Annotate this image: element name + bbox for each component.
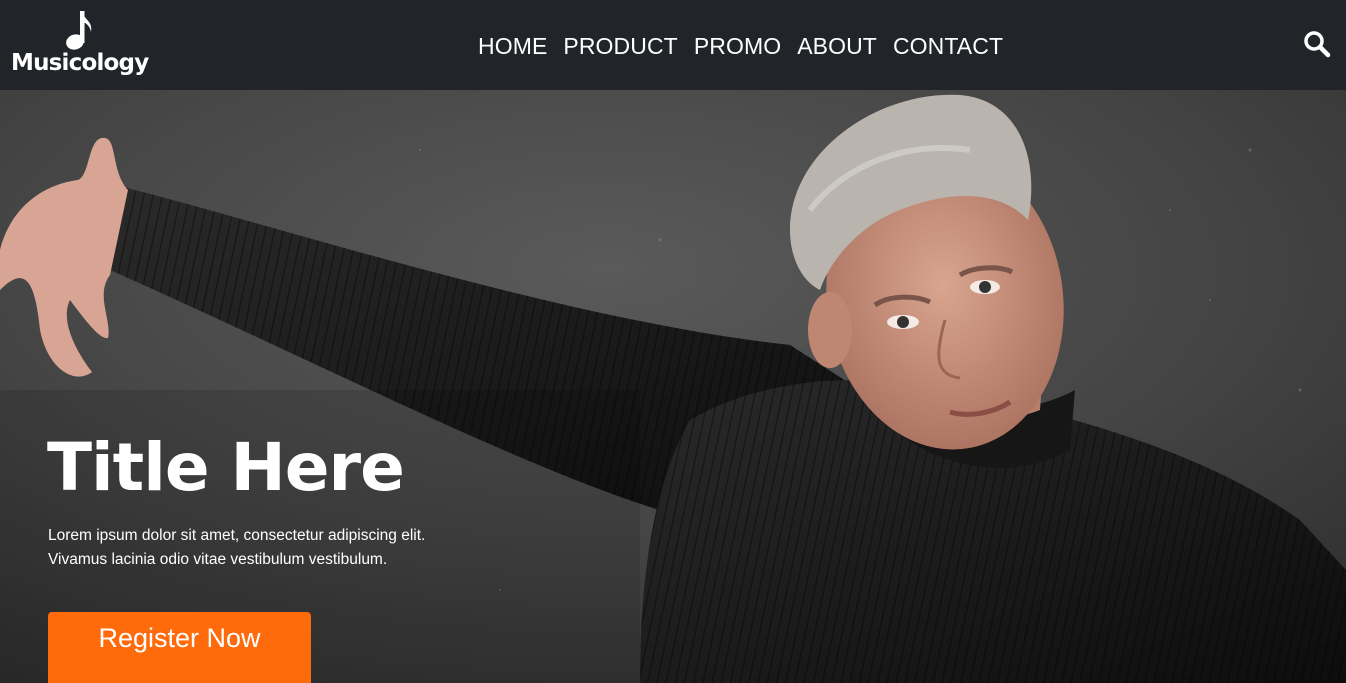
hero-description: Lorem ipsum dolor sit amet, consectetur …: [48, 527, 426, 568]
nav-contact[interactable]: CONTACT: [893, 30, 1003, 62]
nav-product[interactable]: PRODUCT: [563, 30, 677, 62]
main-nav: HOME PRODUCT PROMO ABOUT CONTACT: [478, 30, 1003, 62]
register-now-button[interactable]: Register Now: [48, 612, 311, 683]
hero-title: Title Here: [47, 429, 405, 506]
search-button[interactable]: [1300, 27, 1334, 61]
nav-about[interactable]: ABOUT: [797, 30, 877, 62]
hero-banner: Title Here Lorem ipsum dolor sit amet, c…: [0, 90, 1346, 683]
nav-home[interactable]: HOME: [478, 30, 547, 62]
top-navbar: Musicology HOME PRODUCT PROMO ABOUT CONT…: [0, 0, 1346, 90]
brand-name: Musicology: [11, 50, 149, 76]
music-note-icon: [66, 11, 92, 50]
nav-promo[interactable]: PROMO: [694, 30, 781, 62]
brand-logo[interactable]: Musicology: [10, 8, 149, 82]
search-icon: [1304, 31, 1331, 58]
hero-background-photo: [0, 90, 1346, 683]
